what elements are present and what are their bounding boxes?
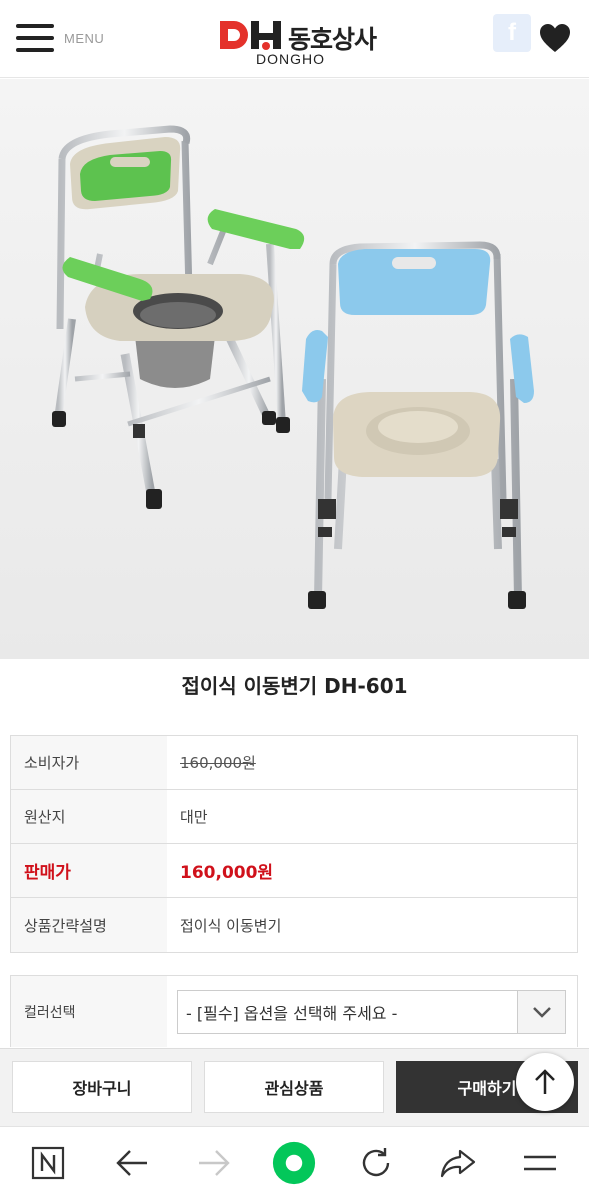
summary-value: 접이식 이동변기: [180, 916, 282, 935]
logo-english-text: DONGHO: [256, 51, 325, 67]
retail-price-value: 160,000원: [180, 754, 256, 772]
info-label: 소비자가: [11, 736, 167, 789]
arrow-up-icon: [535, 1069, 555, 1094]
color-option-box: 컬러선택 - [필수] 옵션을 선택해 주세요 -: [10, 975, 578, 1047]
color-option-label: 컬러선택: [11, 976, 167, 1047]
bottom-action-bar: 장바구니 관심상품 구매하기: [0, 1048, 589, 1126]
facebook-button[interactable]: f: [493, 14, 531, 52]
menu-button[interactable]: MENU: [16, 24, 104, 52]
add-to-cart-button[interactable]: 장바구니: [12, 1061, 192, 1113]
sale-price-label: 판매가: [11, 844, 167, 897]
product-info-table: 소비자가 160,000원 원산지 대만 판매가 160,000원 상품간략설명…: [10, 735, 578, 953]
sale-price-value: 160,000원: [180, 863, 274, 883]
site-logo[interactable]: 동호상사 DONGHO: [218, 16, 388, 68]
option-select-value: - [필수] 옵션을 선택해 주세요 -: [186, 1004, 398, 1023]
info-label: 원산지: [11, 790, 167, 843]
green-dot-icon[interactable]: [272, 1141, 316, 1185]
info-row-sale-price: 판매가 160,000원: [11, 844, 577, 898]
naver-n-icon[interactable]: [26, 1141, 70, 1185]
back-arrow-icon[interactable]: [110, 1141, 154, 1185]
origin-value: 대만: [180, 808, 208, 826]
chevron-down-icon[interactable]: [517, 991, 565, 1033]
share-icon[interactable]: [436, 1141, 480, 1185]
wishlist-button[interactable]: 관심상품: [204, 1061, 384, 1113]
scroll-top-button[interactable]: [516, 1053, 574, 1111]
dh-logo-mark: [220, 21, 281, 50]
info-label: 상품간략설명: [11, 898, 167, 952]
product-image[interactable]: [0, 79, 589, 659]
product-title: 접이식 이동변기 DH-601: [181, 674, 408, 698]
menu-lines-icon[interactable]: [518, 1141, 562, 1185]
info-row-origin: 원산지 대만: [11, 790, 577, 844]
forward-arrow-icon[interactable]: [192, 1141, 236, 1185]
color-option-select[interactable]: - [필수] 옵션을 선택해 주세요 -: [177, 990, 566, 1034]
browser-navigation-bar: [0, 1126, 589, 1200]
menu-label: MENU: [64, 30, 105, 46]
heart-icon[interactable]: [538, 22, 572, 54]
info-row-summary: 상품간략설명 접이식 이동변기: [11, 898, 577, 952]
hamburger-icon: [16, 24, 54, 52]
info-row-retail-price: 소비자가 160,000원: [11, 736, 577, 790]
commode-chairs-illustration: [0, 79, 589, 659]
site-header: MENU 동호상사 DONGHO f: [0, 0, 589, 78]
refresh-icon[interactable]: [354, 1141, 398, 1185]
facebook-icon: f: [508, 19, 516, 46]
